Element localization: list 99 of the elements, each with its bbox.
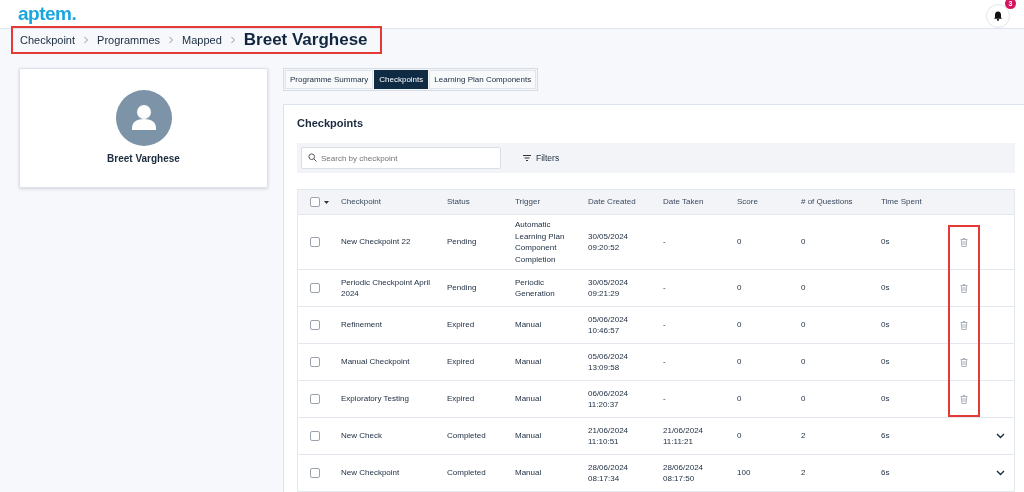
panel-title: Checkpoints: [297, 117, 364, 129]
table-cell-text: 0: [801, 393, 807, 405]
table-cell-text: -: [663, 236, 667, 248]
column-header: # of Questions: [801, 196, 854, 208]
trash-icon[interactable]: [960, 394, 968, 404]
notifications-button[interactable]: [986, 4, 1010, 28]
table-cell-text: 0: [737, 393, 743, 405]
row-checkbox[interactable]: [310, 431, 320, 441]
chevron-right-icon: [83, 36, 90, 44]
table-cell-text: 0: [737, 356, 743, 368]
chevron-right-icon: [229, 36, 236, 44]
breadcrumb-link[interactable]: Checkpoint: [20, 34, 76, 46]
table-cell-text: 2: [801, 430, 807, 442]
breadcrumb-link[interactable]: Programmes: [97, 34, 160, 46]
table-cell-text: 0: [801, 356, 807, 368]
table-cell-text: 05/06/2024 13:09:58: [588, 350, 630, 374]
trash-icon[interactable]: [960, 283, 968, 293]
bell-icon: [993, 11, 1003, 21]
table-cell-text: -: [663, 282, 667, 294]
table-cell-text: 0s: [881, 319, 891, 331]
table-cell-text: Manual: [515, 319, 543, 331]
table-cell-text: 2: [801, 467, 807, 479]
column-header: Date Created: [588, 196, 637, 208]
breadcrumb-current: Breet Varghese: [243, 30, 368, 50]
table-cell-text: New Check: [341, 430, 383, 442]
tab[interactable]: Programme Summary: [285, 70, 374, 89]
table-cell-text: Completed: [447, 467, 487, 479]
trash-icon[interactable]: [960, 320, 968, 330]
table-cell-text: Manual: [515, 430, 543, 442]
column-header: Checkpoint: [341, 196, 383, 208]
table-cell-text: Periodic Checkpoint April 2024: [341, 276, 431, 300]
table-cell-text: Exploratory Testing: [341, 393, 410, 405]
column-header: Time Spent: [881, 196, 923, 208]
table-cell-text: 0: [737, 282, 743, 294]
table-cell-text: Pending: [447, 282, 478, 294]
row-checkbox[interactable]: [310, 320, 320, 330]
row-checkbox[interactable]: [310, 237, 320, 247]
table-cell-text: New Checkpoint 22: [341, 236, 412, 248]
table-cell-text: Refinement: [341, 319, 383, 331]
table-cell-text: 0s: [881, 356, 891, 368]
table-cell-text: 30/05/2024 09:20:52: [588, 230, 630, 254]
table-cell-text: Manual Checkpoint: [341, 356, 411, 368]
chevron-down-icon[interactable]: [996, 470, 1005, 476]
table-cell-text: 0: [801, 236, 807, 248]
breadcrumb-link[interactable]: Mapped: [182, 34, 222, 46]
row-checkbox[interactable]: [310, 357, 320, 367]
search-icon: [308, 153, 317, 162]
table-cell-text: 0s: [881, 282, 891, 294]
tab[interactable]: Checkpoints: [374, 70, 429, 89]
table-cell-text: Expired: [447, 393, 476, 405]
row-checkbox[interactable]: [310, 283, 320, 293]
table-cell-text: -: [663, 319, 667, 331]
table-cell-text: 21/06/2024 11:10:51: [588, 424, 630, 448]
column-header: Date Taken: [663, 196, 705, 208]
table-cell-text: Pending: [447, 236, 478, 248]
table-cell-text: 05/06/2024 10:46:57: [588, 313, 630, 337]
table-cell-text: 0: [737, 236, 743, 248]
table-cell-text: Completed: [447, 430, 487, 442]
avatar-icon: [115, 90, 172, 146]
chevron-right-icon: [168, 36, 174, 44]
table-cell-text: Manual: [515, 467, 543, 479]
table-cell-text: 06/06/2024 11:20:37: [588, 387, 630, 411]
trash-icon[interactable]: [960, 357, 968, 367]
table-cell-text: 0: [737, 430, 743, 442]
filter-icon: [523, 155, 531, 161]
profile-name: Breet Varghese: [107, 153, 180, 164]
tab[interactable]: Learning Plan Components: [429, 70, 537, 89]
table-cell-text: 0: [737, 319, 743, 331]
table-cell-text: Manual: [515, 356, 543, 368]
table-cell-text: Expired: [447, 319, 476, 331]
table-cell-text: -: [663, 356, 667, 368]
caret-icon[interactable]: [324, 200, 329, 204]
table-cell-text: 6s: [881, 467, 891, 479]
table-cell-text: 0s: [881, 236, 891, 248]
table-cell-text: 21/06/2024 11:11:21: [663, 424, 705, 448]
table-cell-text: 100: [737, 467, 752, 479]
table-cell-text: Periodic Generation: [515, 276, 556, 300]
table-cell-text: 0s: [881, 393, 891, 405]
filters-button[interactable]: Filters: [523, 153, 560, 163]
chevron-down-icon[interactable]: [996, 433, 1005, 439]
table-cell-text: -: [663, 393, 667, 405]
table-cell-text: New Checkpoint: [341, 467, 401, 479]
table-cell-text: Manual: [515, 393, 543, 405]
table-cell-text: 0: [801, 282, 807, 294]
table-cell-text: Expired: [447, 356, 476, 368]
row-checkbox[interactable]: [310, 394, 320, 404]
column-header: Trigger: [515, 196, 542, 208]
table-cell-text: 28/06/2024 08:17:50: [663, 461, 705, 485]
table-cell-text: 0: [801, 319, 807, 331]
table-cell-text: Automatic Learning Plan Component Completion: [515, 219, 566, 265]
select-all-checkbox[interactable]: [310, 197, 320, 207]
trash-icon[interactable]: [960, 237, 968, 247]
table-cell-text: 30/05/2024 09:21:29: [588, 276, 630, 300]
search-field[interactable]: Search by checkpoint: [301, 147, 501, 169]
table-cell-text: 28/06/2024 08:17:34: [588, 461, 630, 485]
column-header: Status: [447, 196, 471, 208]
column-header: Score: [737, 196, 759, 208]
row-checkbox[interactable]: [310, 468, 320, 478]
table-cell-text: 6s: [881, 430, 891, 442]
